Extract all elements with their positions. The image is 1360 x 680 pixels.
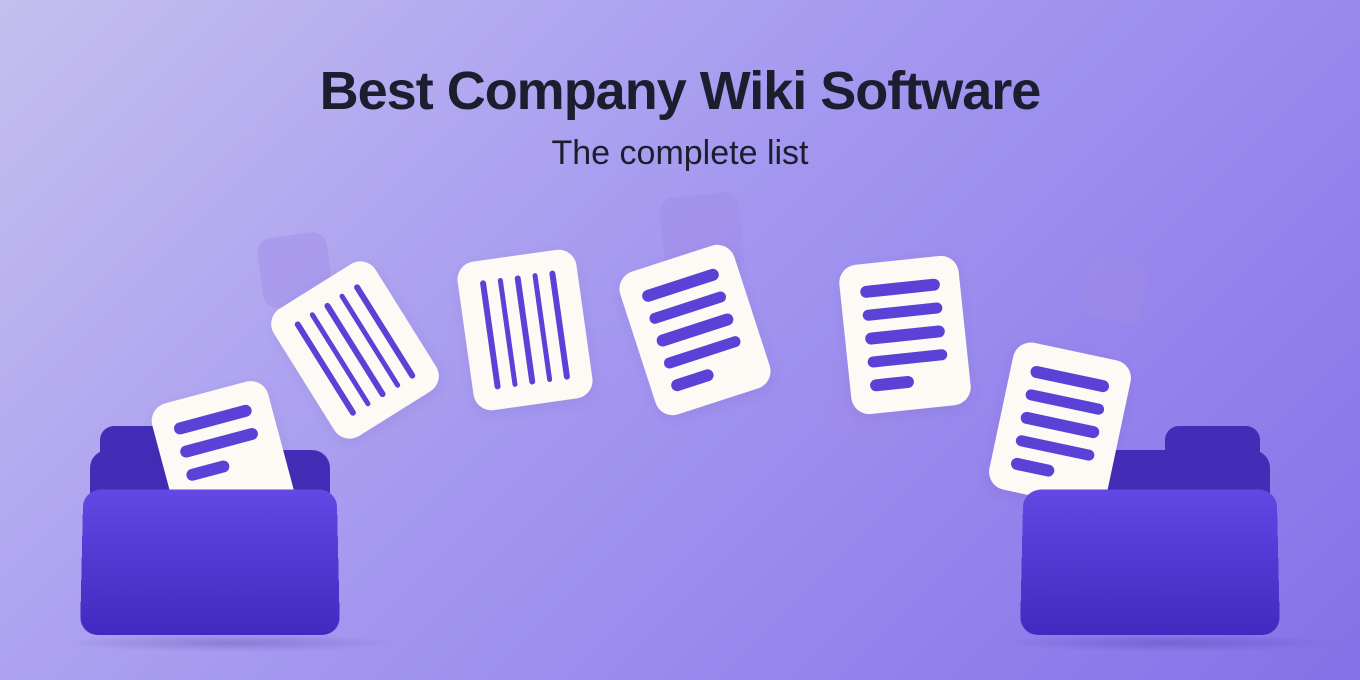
document-icon bbox=[837, 254, 972, 416]
page-subtitle: The complete list bbox=[0, 134, 1360, 173]
document-icon bbox=[615, 240, 775, 420]
headline-block: Best Company Wiki Software The complete … bbox=[0, 0, 1360, 173]
document-icon bbox=[455, 247, 595, 412]
bg-square-icon bbox=[1079, 254, 1150, 325]
page-title: Best Company Wiki Software bbox=[0, 60, 1360, 122]
